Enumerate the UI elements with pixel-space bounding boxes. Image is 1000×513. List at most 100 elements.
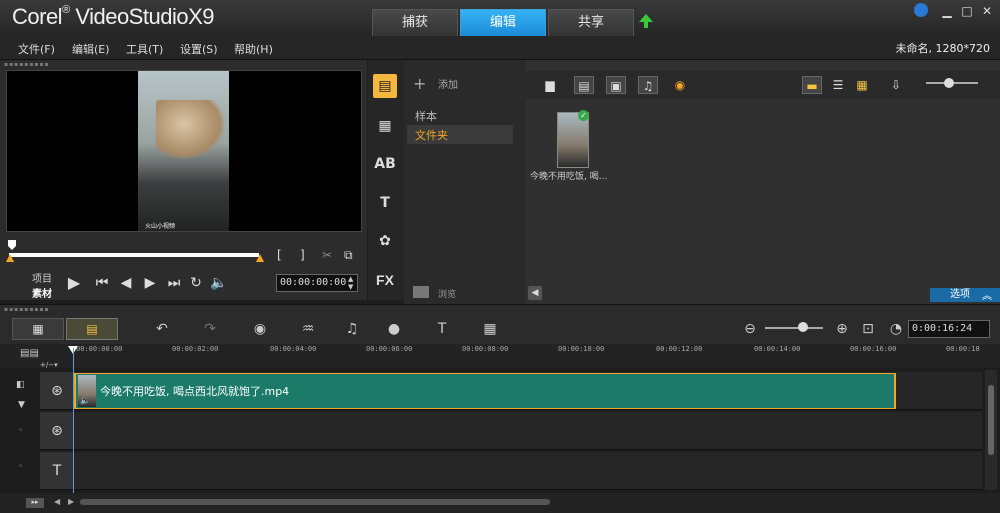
- thumbnail-view-icon[interactable]: ▬: [802, 76, 822, 94]
- tab-capture[interactable]: 捕获: [372, 9, 458, 36]
- scroll-left-icon[interactable]: ◀: [54, 497, 60, 506]
- menu-file[interactable]: 文件(F): [18, 41, 55, 57]
- video-track-icon[interactable]: ⊛: [40, 372, 74, 410]
- mode-project[interactable]: 项目: [32, 270, 52, 285]
- title-track[interactable]: [74, 452, 982, 490]
- horizontal-scrollbar[interactable]: [80, 499, 550, 505]
- repeat-icon[interactable]: ↻: [188, 275, 204, 291]
- mode-clip[interactable]: 素材: [32, 285, 52, 300]
- list-view-icon[interactable]: ☰: [828, 76, 848, 94]
- ruler-label: 00:00:06:00: [366, 345, 413, 353]
- import-icon[interactable]: ◉: [670, 76, 690, 94]
- tab-share[interactable]: 共享: [548, 9, 634, 36]
- timeline-view-icon[interactable]: ▤: [66, 318, 118, 340]
- vertical-scroll-thumb[interactable]: [988, 385, 994, 455]
- ruler-label: 00:00:08:00: [462, 345, 509, 353]
- brand-name: Corel: [12, 4, 63, 29]
- redo-icon[interactable]: ↷: [200, 320, 220, 338]
- instant-project-icon[interactable]: ▦: [373, 114, 397, 138]
- show-photo-icon[interactable]: ▣: [606, 76, 626, 94]
- minimize-icon[interactable]: ▁: [940, 4, 954, 18]
- media-item-label[interactable]: 今晚不用吃饭, 喝...: [530, 169, 607, 182]
- zoom-out-icon[interactable]: ⊖: [740, 320, 760, 338]
- menu-help[interactable]: 帮助(H): [234, 41, 273, 57]
- zoom-slider[interactable]: [765, 327, 823, 329]
- mark-out-button[interactable]: ]: [300, 248, 305, 262]
- globe-icon[interactable]: [914, 3, 928, 17]
- duration-icon: ◔: [889, 321, 903, 337]
- add-icon[interactable]: +: [413, 74, 426, 93]
- subtitle-editor-icon[interactable]: T: [432, 320, 452, 338]
- graphic-icon[interactable]: ✿: [373, 229, 397, 253]
- close-icon[interactable]: ✕: [980, 4, 994, 18]
- menu-tools[interactable]: 工具(T): [126, 41, 163, 57]
- fit-project-icon[interactable]: ⊡: [858, 320, 878, 338]
- folder-folder[interactable]: 文件夹: [415, 127, 448, 143]
- zoom-knob[interactable]: [798, 322, 808, 332]
- track-visibility-icon[interactable]: ◧: [16, 380, 25, 390]
- chevron-up-icon[interactable]: ︽: [982, 287, 992, 302]
- media-icon[interactable]: ▤: [373, 74, 397, 98]
- project-info: 未命名, 1280*720: [895, 42, 990, 55]
- go-start-icon[interactable]: ⏮: [94, 275, 110, 291]
- menu-settings[interactable]: 设置(S): [180, 41, 218, 57]
- undo-icon[interactable]: ↶: [152, 320, 172, 338]
- volume-icon[interactable]: 🔈: [210, 275, 227, 291]
- show-video-icon[interactable]: ▤: [574, 76, 594, 94]
- ruler-label: 00:00:12:00: [656, 345, 703, 353]
- title-track-icon[interactable]: T: [40, 452, 74, 490]
- next-frame-icon[interactable]: ▶: [142, 275, 158, 291]
- collapse-icon[interactable]: ◀: [528, 286, 542, 300]
- timecode-stepper-icon[interactable]: ▲ ▼: [348, 275, 353, 291]
- panel-grip[interactable]: ▪▪▪▪▪▪▪▪▪: [4, 61, 50, 68]
- auto-music-icon[interactable]: ♫: [342, 320, 362, 338]
- zoom-in-icon[interactable]: ⊕: [832, 320, 852, 338]
- ruler-label: 00:00:04:00: [270, 345, 317, 353]
- clip-audio-icon: 🔈: [80, 396, 90, 405]
- overlay-track-icon[interactable]: ⊛: [40, 412, 74, 450]
- tab-edit[interactable]: 编辑: [460, 9, 546, 36]
- enlarge-icon[interactable]: ⧉: [344, 248, 353, 263]
- ruler-label: 00:00:14:00: [754, 345, 801, 353]
- track-manager-icon[interactable]: ▤▤: [20, 348, 39, 359]
- add-folder-button[interactable]: 添加: [438, 76, 458, 91]
- motion-track-icon[interactable]: ●: [384, 320, 404, 338]
- mark-in-button[interactable]: [: [277, 248, 282, 262]
- scrub-bar[interactable]: [9, 253, 259, 257]
- scroll-right-icon[interactable]: ▶: [68, 497, 74, 506]
- show-audio-icon[interactable]: ♫: [638, 76, 658, 94]
- play-icon[interactable]: ▶: [66, 275, 82, 291]
- storyboard-view-icon[interactable]: ▦: [12, 318, 64, 340]
- multi-camera-icon[interactable]: ▦: [480, 320, 500, 338]
- chevron-down-icon[interactable]: ▼: [18, 400, 25, 410]
- upload-icon[interactable]: [638, 13, 654, 29]
- browse-button[interactable]: 浏览: [438, 287, 456, 300]
- title-icon[interactable]: T: [373, 191, 397, 215]
- maximize-icon[interactable]: □: [960, 4, 974, 18]
- folder-open-icon[interactable]: ▆: [540, 76, 560, 94]
- check-icon: ✓: [578, 110, 589, 121]
- thumbnail-size-knob[interactable]: [944, 78, 954, 88]
- prev-frame-icon[interactable]: ◀: [118, 275, 134, 291]
- grid-view-icon[interactable]: ▦: [852, 76, 872, 94]
- library-toolbar: [526, 71, 1000, 99]
- project-duration[interactable]: 0:00:16:24: [908, 320, 990, 338]
- app-logo: Corel® VideoStudioX9: [12, 4, 214, 29]
- sound-mixer-icon[interactable]: ♒: [298, 320, 318, 338]
- overlay-track[interactable]: [74, 412, 982, 450]
- video-watermark: 火山小视频: [145, 223, 176, 230]
- go-end-icon[interactable]: ⏭: [166, 275, 182, 291]
- sort-icon[interactable]: ⇩: [886, 76, 906, 94]
- ripple-edit-icon[interactable]: ▸▸: [26, 498, 44, 508]
- preview-timecode[interactable]: 00:00:00:00: [276, 274, 358, 292]
- record-icon[interactable]: ◉: [250, 320, 270, 338]
- panel-grip[interactable]: ▪▪▪▪▪▪▪▪▪: [4, 306, 50, 313]
- cut-icon[interactable]: ✂: [322, 248, 332, 262]
- filter-icon[interactable]: FX: [373, 268, 397, 292]
- menu-edit[interactable]: 编辑(E): [72, 41, 110, 57]
- track-lock-icon[interactable]: ◦: [18, 426, 23, 436]
- browse-icon[interactable]: [413, 286, 429, 298]
- track-lock-icon[interactable]: ◦: [18, 462, 23, 472]
- folder-sample[interactable]: 样本: [415, 108, 437, 124]
- transition-icon[interactable]: AB: [373, 152, 397, 176]
